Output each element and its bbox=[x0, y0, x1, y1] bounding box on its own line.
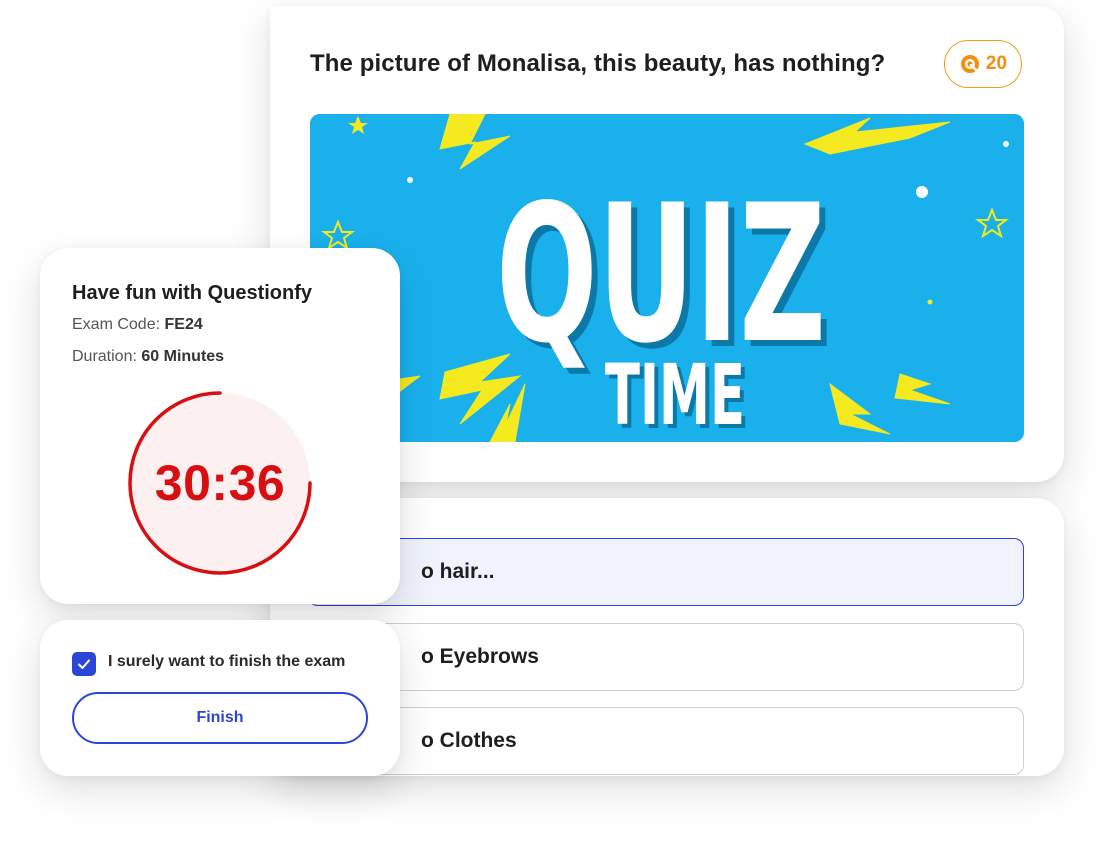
answer-option-label: o hair... bbox=[421, 560, 495, 583]
quiz-time-banner: QUIZ QUIZ TIME TIME bbox=[310, 114, 1024, 442]
check-icon bbox=[78, 659, 90, 669]
confirm-finish-label[interactable]: I surely want to finish the exam bbox=[108, 653, 345, 671]
duration-label: Duration: bbox=[72, 348, 137, 365]
finish-card: I surely want to finish the exam Finish bbox=[40, 620, 400, 776]
confirm-finish-checkbox[interactable] bbox=[72, 652, 96, 676]
answer-option-label: o Clothes bbox=[421, 729, 517, 752]
coin-q-icon bbox=[959, 53, 981, 75]
timer-value: 30:36 bbox=[154, 455, 286, 511]
duration-value: 60 Minutes bbox=[141, 348, 225, 365]
finish-button[interactable]: Finish bbox=[72, 692, 368, 744]
answer-option-1[interactable]: o hair... bbox=[308, 538, 1024, 606]
banner-line2: TIME bbox=[605, 346, 745, 442]
question-text: The picture of Monalisa, this beauty, ha… bbox=[310, 50, 886, 77]
exam-code-value: FE24 bbox=[164, 316, 203, 333]
countdown-timer: 30:36 bbox=[126, 389, 314, 577]
exam-code-label: Exam Code: bbox=[72, 316, 161, 333]
points-value: 20 bbox=[985, 53, 1008, 74]
answer-option-3[interactable]: o Clothes bbox=[308, 707, 1024, 775]
answer-option-2[interactable]: o Eyebrows bbox=[308, 623, 1024, 691]
answer-option-label: o Eyebrows bbox=[421, 645, 539, 668]
exam-info-card: Have fun with Questionfy Exam Code: FE24… bbox=[40, 248, 400, 604]
exam-title: Have fun with Questionfy bbox=[72, 282, 313, 304]
exam-code-row: Exam Code: FE24 bbox=[72, 316, 203, 334]
points-badge: 20 bbox=[944, 40, 1022, 88]
duration-row: Duration: 60 Minutes bbox=[72, 348, 224, 366]
